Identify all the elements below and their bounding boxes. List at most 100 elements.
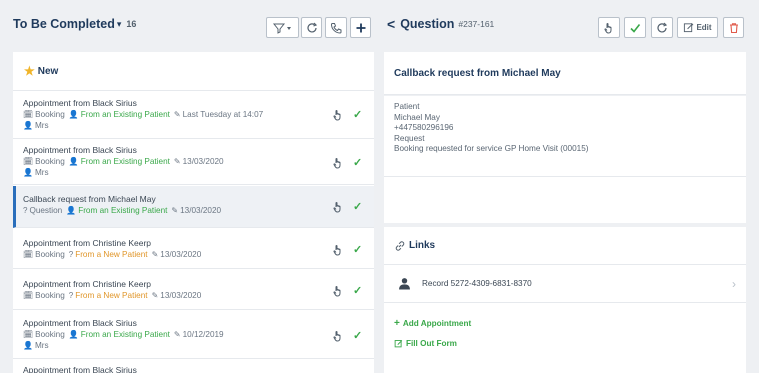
item-meta: 🗓 Booking ? From a New Patient ✎ 13/03/2020 (23, 291, 202, 300)
hand-icon[interactable] (332, 285, 344, 297)
divider (384, 176, 746, 177)
item-meta: ? Question 👤 From an Existing Patient ✎ 13/… (23, 206, 222, 215)
filter-button[interactable] (266, 17, 299, 38)
edit-date-icon: ✎ (151, 250, 159, 259)
calendar-icon: 🗓 (23, 110, 34, 119)
record-label: Record 5272-4309-6831-8370 (422, 279, 532, 288)
refresh-button[interactable] (301, 17, 322, 38)
edit-button[interactable]: Edit (677, 17, 718, 38)
add-button[interactable] (350, 17, 371, 38)
item-meta: 🗓 Booking ? From a New Patient ✎ 13/03/2020 (23, 250, 202, 259)
chevron-down-icon[interactable]: ▾ (117, 19, 122, 30)
filter-icon (272, 23, 291, 34)
edit-date-icon: ✎ (173, 157, 181, 166)
plus-icon (356, 23, 365, 32)
person-icon: 👤 (23, 341, 33, 350)
calendar-icon: 🗓 (23, 291, 34, 300)
back-chevron-icon[interactable]: < (387, 16, 395, 32)
item-meta: 🗓 Booking 👤 From an Existing Patient ✎ 13/0… (23, 157, 224, 166)
fill-out-form-label: Fill Out Form (406, 338, 457, 348)
add-appointment-link[interactable]: + Add Appointment (384, 313, 746, 333)
list-item[interactable]: Appointment from Christine Keerp 🗓 Bookin… (13, 270, 374, 310)
person-icon: 👤 (66, 206, 77, 215)
person-icon: 👤 (68, 330, 79, 339)
add-appointment-label: Add Appointment (402, 318, 472, 328)
trash-icon (729, 22, 738, 33)
check-icon[interactable]: ✓ (353, 284, 362, 297)
detail-line: Booking requested for service GP Home Vi… (394, 144, 589, 153)
item-title: Appointment from Black Sirius (23, 98, 137, 108)
list-item-selected[interactable]: Callback request from Michael May ? Quest… (13, 186, 374, 228)
item-title: Appointment from Christine Keerp (23, 238, 152, 248)
detail-title: Callback request from Michael May (384, 52, 746, 95)
hand-icon[interactable] (332, 201, 344, 213)
check-icon[interactable]: ✓ (353, 329, 362, 342)
edit-date-icon: ✎ (173, 330, 181, 339)
hand-icon[interactable] (332, 330, 344, 342)
item-title: Appointment from Black Sirius (23, 365, 137, 373)
hand-icon (604, 22, 612, 34)
check-icon (630, 23, 641, 33)
detail-line: Request (394, 133, 425, 143)
person-icon: 👤 (23, 168, 33, 177)
question-icon: ? (68, 250, 74, 259)
detail-line: Patient (394, 102, 420, 111)
list-item[interactable]: Appointment from Black Sirius 🗓 Booking 👤… (13, 311, 374, 359)
links-header: Links (384, 227, 746, 265)
calendar-icon: 🗓 (23, 157, 34, 166)
detail-type-title: Question (400, 17, 455, 31)
check-icon[interactable]: ✓ (353, 243, 362, 256)
check-icon[interactable]: ✓ (353, 200, 362, 213)
detail-refresh-button[interactable] (651, 17, 673, 38)
plus-icon: + (394, 317, 400, 329)
list-item[interactable]: Appointment from Black Sirius (13, 360, 374, 373)
chevron-right-icon: › (732, 276, 736, 291)
item-extra: 👤 Mrs (23, 121, 49, 130)
detail-line: Michael May (394, 112, 440, 122)
section-title: New (37, 65, 59, 77)
edit-date-icon: ✎ (151, 291, 159, 300)
hand-icon[interactable] (332, 244, 344, 256)
check-icon[interactable]: ✓ (353, 156, 362, 169)
list-item[interactable]: Appointment from Black Sirius 🗓 Booking 👤… (13, 140, 374, 185)
detail-line: +447580296196 (394, 123, 454, 132)
item-extra: 👤 Mrs (23, 341, 49, 350)
list-item[interactable]: Appointment from Christine Keerp 🗓 Bookin… (13, 229, 374, 269)
edit-label: Edit (696, 23, 712, 32)
call-button[interactable] (325, 17, 347, 38)
record-link[interactable]: Record 5272-4309-6831-8370 › (384, 265, 746, 303)
person-icon: 👤 (68, 157, 79, 166)
complete-button[interactable] (624, 17, 646, 38)
item-title: Appointment from Christine Keerp (23, 279, 152, 289)
person-icon: 👤 (68, 110, 79, 119)
item-extra: 👤 Mrs (23, 168, 49, 177)
edit-icon (684, 23, 694, 33)
edit-date-icon: ✎ (171, 206, 179, 215)
person-icon (399, 278, 410, 290)
question-code: #237-161 (458, 19, 495, 29)
hand-icon[interactable] (332, 109, 344, 121)
claim-button[interactable] (598, 17, 620, 38)
phone-icon (330, 22, 342, 34)
check-icon[interactable]: ✓ (353, 108, 362, 121)
calendar-icon: 🗓 (23, 250, 34, 259)
links-card: Links Record 5272-4309-6831-8370 › + Add… (384, 227, 746, 373)
detail-body: Patient Michael May +447580296196 Reques… (384, 96, 746, 223)
person-icon: 👤 (23, 121, 33, 130)
section-header: ★ New (13, 52, 374, 91)
item-title: Appointment from Black Sirius (23, 145, 137, 155)
calendar-icon: 🗓 (23, 330, 34, 339)
fill-out-form-link[interactable]: Fill Out Form (384, 333, 746, 353)
refresh-icon (657, 22, 668, 32)
delete-button[interactable] (723, 17, 744, 38)
list-title[interactable]: To Be Completed (13, 17, 115, 31)
item-title: Appointment from Black Sirius (23, 318, 137, 328)
question-icon: ? (68, 291, 74, 300)
list-item[interactable]: Appointment from Black Sirius 🗓 Booking 👤… (13, 92, 374, 139)
item-meta: 🗓 Booking 👤 From an Existing Patient ✎ 10/1… (23, 330, 224, 339)
hand-icon[interactable] (332, 157, 344, 169)
task-list-panel: ★ New Appointment from Black Sirius 🗓 Boo… (13, 52, 374, 373)
refresh-icon (306, 22, 317, 32)
link-icon (395, 240, 405, 251)
star-icon: ★ (24, 64, 35, 78)
